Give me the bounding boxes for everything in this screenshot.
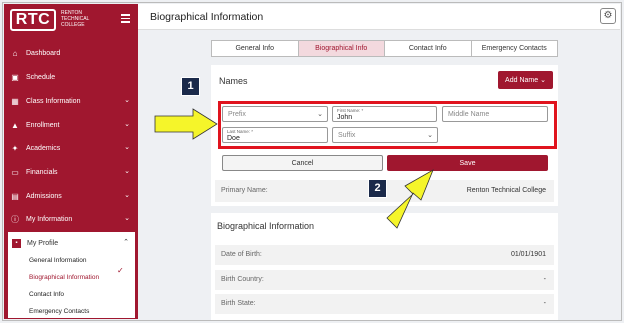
chevron-down-icon: ⌄ <box>124 215 130 222</box>
row-label: Birth Country: <box>221 276 264 283</box>
sidebar-item-label: Enrollment <box>26 121 60 129</box>
sidebar-item-label: My Profile <box>27 239 59 247</box>
sidebar-item-label: Dashboard <box>26 49 61 57</box>
row-label: Date of Birth: <box>221 251 262 258</box>
row-value: - <box>543 300 546 307</box>
chevron-down-icon: ⌄ <box>124 97 130 104</box>
page-title: Biographical Information <box>150 11 264 23</box>
header: Biographical Information ⚙ <box>138 4 620 30</box>
tab-contact-info[interactable]: Contact Info <box>385 41 472 56</box>
arrow-up-right-icon <box>386 169 434 229</box>
gear-icon[interactable]: ⚙ <box>600 8 616 24</box>
sidebar-item-label: Academics <box>26 144 61 152</box>
tab-emergency-contacts[interactable]: Emergency Contacts <box>472 41 558 56</box>
chevron-down-icon: ⌄ <box>124 121 130 128</box>
row-value: - <box>543 276 546 283</box>
primary-name-label: Primary Name: <box>221 187 268 194</box>
add-name-label: Add Name <box>505 76 539 84</box>
biographical-heading: Biographical Information <box>217 221 315 231</box>
sidebar-item-label: Class Information <box>26 97 81 105</box>
chevron-down-icon: ⌄ <box>124 192 130 199</box>
sidebar-item-admissions[interactable]: ▤ Admissions ⌄ <box>4 187 138 205</box>
info-icon: ⓘ <box>11 214 19 224</box>
sidebar-item-label: Financials <box>26 168 58 176</box>
sidebar-item-dashboard[interactable]: ⌂ Dashboard <box>4 44 138 62</box>
calendar-icon: ▣ <box>11 72 19 82</box>
cancel-button[interactable]: Cancel <box>222 155 383 171</box>
profile-icon: ▪ <box>12 238 21 248</box>
sidebar-item-label: My Information <box>26 215 73 223</box>
sidebar-item-financials[interactable]: ▭ Financials ⌄ <box>4 163 138 181</box>
submenu-contact-info[interactable]: Contact Info <box>29 291 64 298</box>
grid-icon: ▦ <box>11 96 19 106</box>
birth-state-row: Birth State: - <box>215 294 554 314</box>
tab-bar: General Info Biographical Info Contact I… <box>211 40 558 57</box>
checkmark-icon: ✓ <box>117 266 124 275</box>
date-of-birth-row: Date of Birth: 01/01/1901 <box>215 245 554 265</box>
academics-icon: ✦ <box>11 143 19 153</box>
submenu-general-information[interactable]: General Information <box>29 257 86 264</box>
row-label: Birth State: <box>221 300 256 307</box>
sidebar-item-class-information[interactable]: ▦ Class Information ⌄ <box>4 92 138 110</box>
add-name-button[interactable]: Add Name ⌄ <box>498 71 553 89</box>
menu-icon[interactable] <box>121 14 130 23</box>
sidebar-item-academics[interactable]: ✦ Academics ⌄ <box>4 139 138 157</box>
primary-name-value: Renton Technical College <box>466 187 546 194</box>
tab-biographical-info[interactable]: Biographical Info <box>298 41 385 56</box>
id-card-icon: ▤ <box>11 191 19 201</box>
chevron-down-icon: ⌄ <box>124 144 130 151</box>
sidebar-item-my-profile[interactable]: ▪ My Profile ⌃ <box>8 236 135 250</box>
highlight-box <box>218 101 557 149</box>
tab-general-info[interactable]: General Info <box>212 41 299 56</box>
sidebar-item-enrollment[interactable]: ▲ Enrollment ⌄ <box>4 116 138 134</box>
callout-badge-1: 1 <box>181 77 200 96</box>
row-value: 01/01/1901 <box>510 251 546 258</box>
sidebar-item-my-information[interactable]: ⓘ My Information ⌄ <box>4 210 138 228</box>
graduation-cap-icon: ▲ <box>11 120 19 130</box>
logo-subtitle: RENTON TECHNICAL COLLEGE <box>61 10 90 28</box>
logo[interactable]: RTC <box>10 9 56 31</box>
birth-country-row: Birth Country: - <box>215 270 554 290</box>
sidebar-item-label: Admissions <box>26 192 62 200</box>
chevron-down-icon: ⌄ <box>124 168 130 175</box>
my-profile-submenu: ▪ My Profile ⌃ General Information Biograp… <box>8 232 135 318</box>
card-icon: ▭ <box>11 167 19 177</box>
submenu-emergency-contacts[interactable]: Emergency Contacts <box>29 308 89 315</box>
chevron-down-icon: ⌄ <box>540 77 546 84</box>
sidebar-item-schedule[interactable]: ▣ Schedule <box>4 68 138 86</box>
chevron-up-icon: ⌃ <box>123 239 129 246</box>
names-heading: Names <box>219 76 248 86</box>
submenu-biographical-information[interactable]: Biographical Information <box>29 274 99 281</box>
arrow-right-icon <box>154 108 218 140</box>
sidebar-item-label: Schedule <box>26 73 56 81</box>
home-icon: ⌂ <box>12 48 18 58</box>
